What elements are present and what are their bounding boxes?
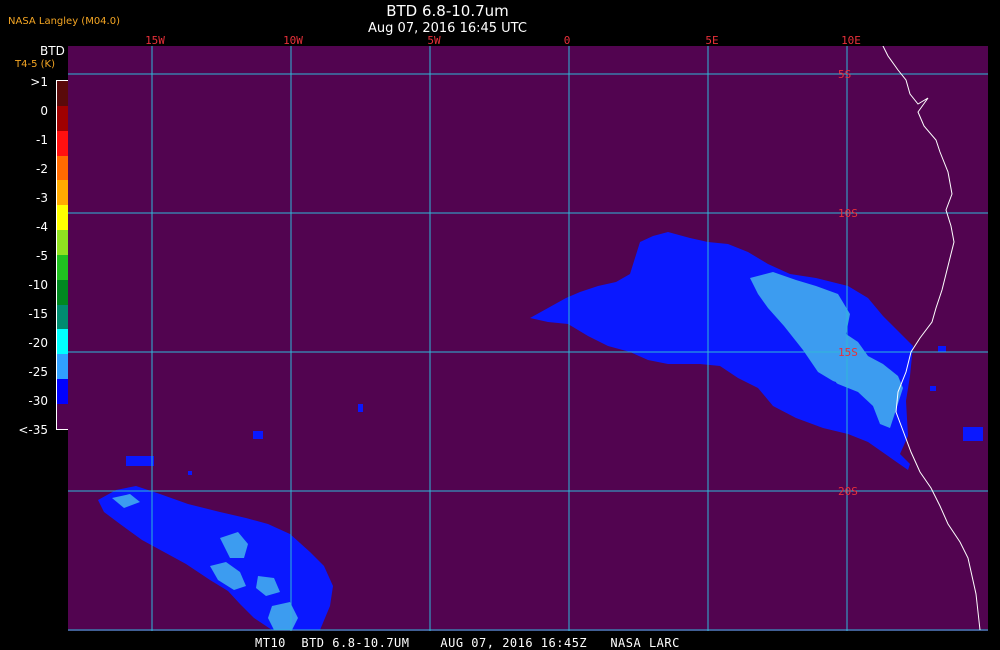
btd-blue-region [530,232,983,470]
colorbar-tick-label: -10 [28,278,48,292]
lat-label: 20S [838,485,858,498]
map-subtitle: Aug 07, 2016 16:45 UTC [368,21,527,36]
colorbar-tick-label: -20 [28,336,48,350]
map-canvas [68,46,988,631]
colorbar-tick-label: -2 [36,162,48,176]
satellite-map [68,46,988,631]
lat-label: 5S [838,68,852,81]
colorbar-tick-label: 0 [40,104,48,118]
footer-caption: MT10 BTD 6.8-10.7UM AUG 07, 2016 16:45Z … [255,636,680,650]
colorbar-tick-label: -30 [28,394,48,408]
colorbar-tick-label: -4 [36,220,48,234]
colorbar-tick-label: -25 [28,365,48,379]
map-title: BTD 6.8-10.7um [386,2,509,20]
lat-label: 10S [838,207,858,220]
colorbar-tick-label: -1 [36,133,48,147]
colorbar-tick-label: >1 [30,75,48,89]
lat-label: 15S [838,346,858,359]
colorbar-units: T4-5 (K) [15,59,55,70]
colorbar-tick-label: -5 [36,249,48,263]
colorbar-tick-label: <-35 [18,423,48,437]
colorbar-tick-label: -15 [28,307,48,321]
btd-blue-southwest [98,404,363,630]
colorbar-label: BTD [40,44,65,58]
colorbar-tick-label: -3 [36,191,48,205]
